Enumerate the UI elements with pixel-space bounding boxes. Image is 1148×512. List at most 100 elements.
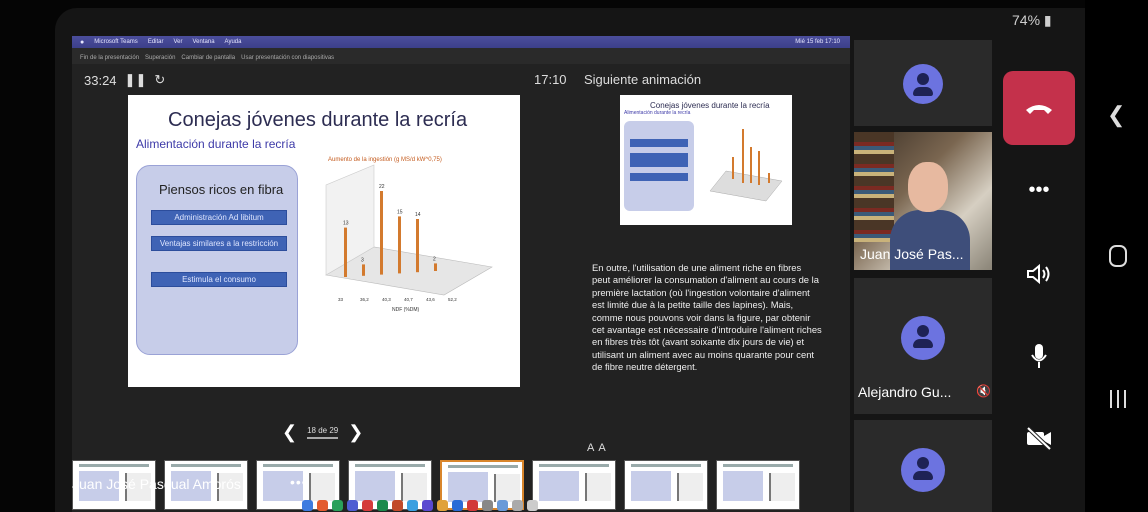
mac-menubar: ● Microsoft Teams Editar Ver Ventana Ayu… xyxy=(72,36,850,48)
camera-off-icon[interactable] xyxy=(1017,418,1061,458)
current-slide: Conejas jóvenes durante la recría Alimen… xyxy=(128,95,520,387)
slide-title: Conejas jóvenes durante la recría xyxy=(168,109,468,131)
decrease-font-icon[interactable]: A xyxy=(598,442,609,454)
home-icon[interactable] xyxy=(1107,244,1129,274)
next-slide-button xyxy=(630,153,688,167)
next-slide-panel xyxy=(624,121,694,211)
battery-level: 74% xyxy=(1012,12,1041,28)
device-frame: 74% ▮ ● Microsoft Teams Editar Ver Venta… xyxy=(0,0,1148,512)
hang-up-icon xyxy=(1026,105,1052,114)
face xyxy=(908,162,948,212)
more-options-icon[interactable]: ••• xyxy=(290,474,308,490)
next-slide-chart xyxy=(709,129,783,202)
dock-icon[interactable] xyxy=(377,499,388,511)
next-slide-subtitle: Alimentación durante la recría xyxy=(624,110,691,116)
next-animation-label: Siguiente animación xyxy=(584,72,702,87)
chart-tick-label: 40,3 xyxy=(382,297,391,302)
menubar-item: Editar xyxy=(147,39,164,45)
slide-button-adlibitum: Administración Ad libitum xyxy=(151,210,287,225)
chart-data-label: 13 xyxy=(343,221,349,227)
chart-svg: 1333336,22240,31540,71443,6252,2NDF (%DM… xyxy=(325,164,493,313)
menubar-app: Microsoft Teams xyxy=(94,39,138,45)
speaker-icon[interactable] xyxy=(1017,254,1061,294)
participant-tile[interactable]: Alejandro Gu... 🔇 xyxy=(854,278,992,414)
avatar-icon xyxy=(901,316,945,360)
elapsed-timer: 33:24 ❚❚ ↻ xyxy=(84,72,165,88)
chart-bar xyxy=(398,216,401,274)
chart-bar xyxy=(362,264,365,276)
pause-icon: ❚❚ xyxy=(124,72,147,87)
dock-icon[interactable] xyxy=(422,499,433,511)
battery-icon: ▮ xyxy=(1043,12,1052,28)
menubar-item: Ver xyxy=(173,39,183,45)
battery-status: 74% ▮ xyxy=(1012,12,1052,29)
dock-icon[interactable] xyxy=(527,499,538,511)
next-slide-preview: Conejas jóvenes durante la recría Alimen… xyxy=(620,95,792,225)
font-size-controls[interactable]: AA xyxy=(587,442,610,454)
call-controls: ••• xyxy=(995,60,1085,512)
dock-icon[interactable] xyxy=(347,499,358,511)
panel-heading: Piensos ricos en fibra xyxy=(159,182,284,197)
participant-tile[interactable] xyxy=(854,40,992,126)
dock-icon[interactable] xyxy=(332,499,343,511)
next-slide-button xyxy=(630,173,688,181)
back-icon[interactable]: ❮ xyxy=(1107,102,1125,128)
toolbar-item: Superación xyxy=(145,55,176,61)
dock-icon[interactable] xyxy=(317,499,328,511)
dock-icon[interactable] xyxy=(482,499,493,511)
increase-font-icon[interactable]: A xyxy=(587,442,598,454)
menubar-item: Ayuda xyxy=(224,39,242,45)
ingestion-chart: Aumento de la ingestión (g MS/d kW^0,75)… xyxy=(314,155,510,315)
presenter-toolbar: Fin de la presentación Superación Cambia… xyxy=(72,48,850,64)
hang-up-button[interactable] xyxy=(1003,71,1075,145)
dock-icon[interactable] xyxy=(467,499,478,511)
next-slide-icon[interactable]: ❯ xyxy=(348,422,363,443)
toolbar-item: Usar presentación con diapositivas xyxy=(241,55,335,61)
presenter-name: Juan José Pascual Amorós xyxy=(72,476,241,492)
android-nav-bar: ❮ xyxy=(1085,0,1148,512)
dock-icon[interactable] xyxy=(302,499,313,511)
dock-icon[interactable] xyxy=(452,499,463,511)
video-participant-name: Juan José Pas... xyxy=(860,246,964,262)
speaker-notes: En outre, l'utilisation de une aliment r… xyxy=(592,262,822,373)
prev-slide-icon[interactable]: ❮ xyxy=(282,422,297,443)
more-icon[interactable]: ••• xyxy=(1017,170,1061,210)
chart-tick-label: 52,2 xyxy=(448,297,457,302)
slide-navigation: ❮ 18 de 29 ❯ xyxy=(282,422,363,443)
chart-title: Aumento de la ingestión (g MS/d kW^0,75) xyxy=(328,157,442,163)
mic-off-icon: 🔇 xyxy=(976,384,991,398)
chart-tick-label: 36,2 xyxy=(360,297,369,302)
presenter-view: 33:24 ❚❚ ↻ 17:10 Siguiente animación Con… xyxy=(72,64,850,512)
menubar-item: Ventana xyxy=(192,39,215,45)
page-indicator: 18 de 29 xyxy=(307,426,339,439)
dock-icon[interactable] xyxy=(512,499,523,511)
chart-data-label: 3 xyxy=(361,257,364,263)
dock-icon[interactable] xyxy=(497,499,508,511)
toolbar-item: Fin de la presentación xyxy=(80,55,140,61)
chart-data-label: 2 xyxy=(433,256,436,262)
next-slide-title: Conejas jóvenes durante la recría xyxy=(650,101,770,110)
chart-data-label: 22 xyxy=(379,184,385,190)
slide-subtitle: Alimentación durante la recría xyxy=(136,137,296,151)
dock-icon[interactable] xyxy=(362,499,373,511)
participant-video[interactable]: Juan José Pas... xyxy=(854,132,992,270)
chart-tick-label: 40,7 xyxy=(404,297,413,302)
mac-dock xyxy=(302,498,862,512)
slide-button-estimula: Estimula el consumo xyxy=(151,272,287,287)
chart-bar xyxy=(416,219,419,273)
slide-panel: Piensos ricos en fibra Administración Ad… xyxy=(136,165,298,355)
recents-icon[interactable] xyxy=(1107,388,1129,416)
toolbar-item: Cambiar de pantalla xyxy=(181,55,236,61)
elapsed-time: 33:24 xyxy=(84,72,117,88)
dock-icon[interactable] xyxy=(437,499,448,511)
presenter-clock: 17:10 xyxy=(534,72,567,87)
slide-button-ventajas: Ventajas similares a la restricción xyxy=(151,236,287,251)
shared-screen: ● Microsoft Teams Editar Ver Ventana Ayu… xyxy=(72,36,850,512)
dock-icon[interactable] xyxy=(407,499,418,511)
dock-icon[interactable] xyxy=(392,499,403,511)
reset-icon: ↻ xyxy=(154,72,166,87)
mic-icon[interactable] xyxy=(1017,336,1061,376)
bookshelf xyxy=(854,132,894,242)
muted-participant-name: Alejandro Gu... xyxy=(858,384,952,400)
participant-tile[interactable] xyxy=(854,420,992,512)
